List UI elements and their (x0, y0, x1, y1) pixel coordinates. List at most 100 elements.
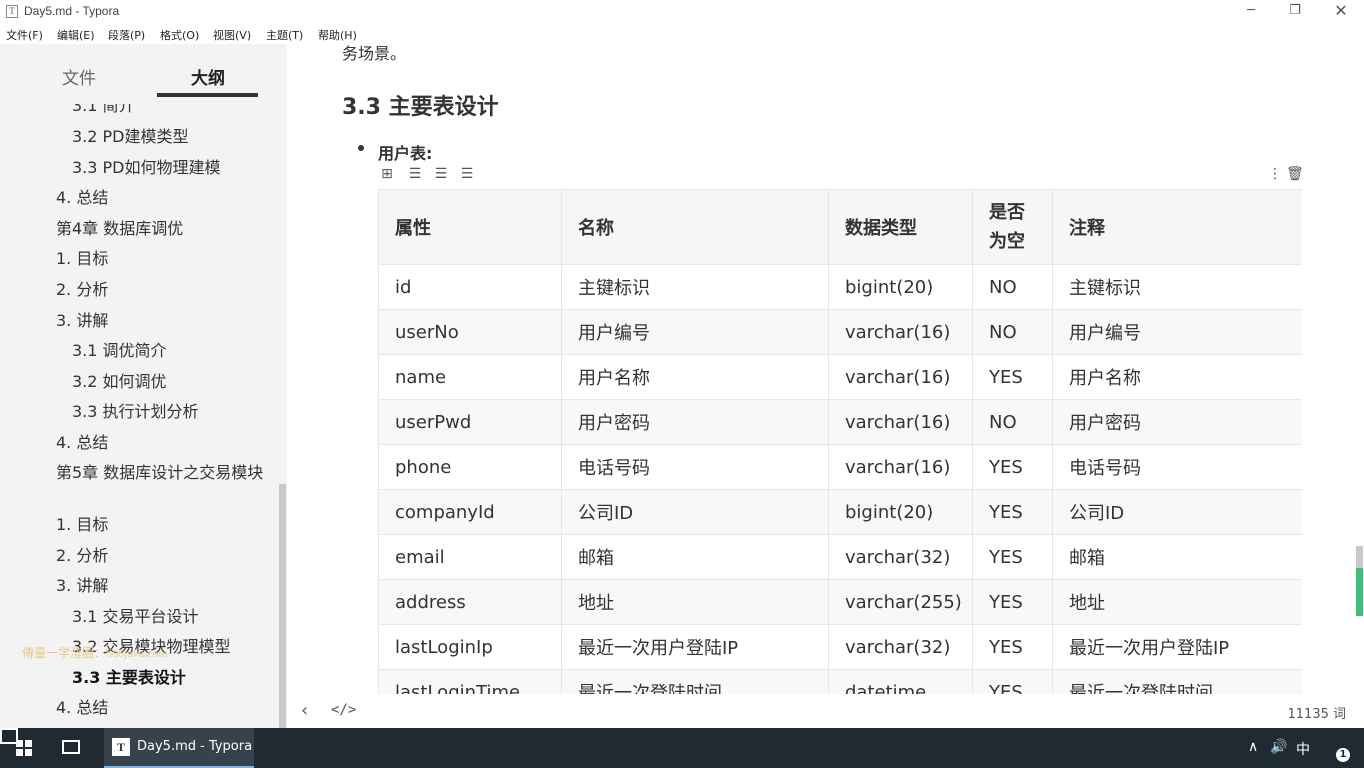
table-cell[interactable]: YES (972, 489, 1053, 535)
table-cell[interactable]: 用户密码 (1052, 399, 1302, 445)
maximize-button[interactable]: ❐ (1272, 2, 1318, 22)
header-cell[interactable]: 数据类型 (828, 189, 973, 265)
table-cell[interactable]: 地址 (1052, 579, 1302, 625)
align-center-icon[interactable]: ☰ (433, 166, 449, 182)
editor-scrollbar[interactable] (1356, 546, 1363, 616)
table-cell[interactable]: YES (972, 669, 1053, 694)
table-cell[interactable]: varchar(16) (828, 444, 973, 490)
tab-outline[interactable]: 大纲 (191, 64, 225, 89)
outline-item[interactable]: 3. 讲解 (56, 576, 108, 596)
outline-item[interactable]: 1. 目标 (56, 515, 108, 535)
table-cell[interactable]: YES (972, 579, 1053, 625)
windows-start-icon[interactable] (16, 740, 32, 756)
outline-item-active[interactable]: 3.3 主要表设计 (72, 668, 186, 688)
table-cell[interactable]: 公司ID (561, 489, 829, 535)
table-delete-icon[interactable]: 🗑 (1286, 166, 1304, 182)
outline-item[interactable]: 3.1 交易平台设计 (72, 607, 199, 627)
toggle-sidebar-icon[interactable]: ‹ (301, 700, 308, 721)
menu-edit[interactable]: 编辑(E) (57, 27, 95, 43)
table-cell[interactable]: YES (972, 534, 1053, 580)
table-cell[interactable]: bigint(20) (828, 264, 973, 310)
outline-item[interactable]: 1. 目标 (56, 249, 108, 269)
table-cell[interactable]: YES (972, 624, 1053, 670)
table-cell[interactable]: 用户名称 (1052, 354, 1302, 400)
menu-help[interactable]: 帮助(H) (318, 27, 357, 43)
table-cell[interactable]: phone (378, 444, 562, 490)
volume-icon[interactable]: 🔊 (1270, 739, 1287, 755)
table-cell[interactable]: varchar(16) (828, 399, 973, 445)
outline-item[interactable]: 第5章 数据库设计之交易模块 (56, 463, 266, 483)
header-cell[interactable]: 名称 (561, 189, 829, 265)
table-cell[interactable]: NO (972, 264, 1053, 310)
menu-file[interactable]: 文件(F) (6, 27, 43, 43)
table-cell[interactable]: 用户编号 (1052, 309, 1302, 355)
table-cell[interactable]: 邮箱 (561, 534, 829, 580)
align-right-icon[interactable]: ☰ (459, 166, 475, 182)
table-cell[interactable]: YES (972, 444, 1053, 490)
table-cell[interactable]: varchar(16) (828, 309, 973, 355)
header-cell[interactable]: 是否为空 (972, 189, 1053, 265)
table-cell[interactable]: varchar(16) (828, 354, 973, 400)
table-cell[interactable]: userPwd (378, 399, 562, 445)
header-cell[interactable]: 属性 (378, 189, 562, 265)
table-cell[interactable]: 最近一次登陆时间 (1052, 669, 1302, 694)
table-cell[interactable]: datetime (828, 669, 973, 694)
table-cell[interactable]: varchar(32) (828, 624, 973, 670)
minimize-button[interactable]: ─ (1228, 2, 1274, 22)
table-cell[interactable]: 公司ID (1052, 489, 1302, 535)
table-cell[interactable]: varchar(255) (828, 579, 973, 625)
table-cell[interactable]: lastLoginTime (378, 669, 562, 694)
table-cell[interactable]: userNo (378, 309, 562, 355)
table-cell[interactable]: name (378, 354, 562, 400)
align-left-icon[interactable]: ☰ (407, 166, 423, 182)
table-cell[interactable]: lastLoginIp (378, 624, 562, 670)
table-cell[interactable]: 用户编号 (561, 309, 829, 355)
menu-theme[interactable]: 主题(T) (266, 27, 303, 43)
outline-item[interactable]: 3.1 调优简介 (72, 341, 167, 361)
task-view-icon[interactable] (62, 740, 80, 754)
table-cell[interactable]: 主键标识 (561, 264, 829, 310)
table-cell[interactable]: companyId (378, 489, 562, 535)
ime-indicator[interactable]: 中 (1296, 739, 1310, 759)
table-cell[interactable]: 最近一次用户登陆IP (1052, 624, 1302, 670)
table-resize-icon[interactable]: ⊞ (379, 166, 395, 182)
table-cell[interactable]: YES (972, 354, 1053, 400)
outline-item[interactable]: 4. 总结 (56, 188, 108, 208)
table-cell[interactable]: 地址 (561, 579, 829, 625)
table-cell[interactable]: 主键标识 (1052, 264, 1302, 310)
table-cell[interactable]: varchar(32) (828, 534, 973, 580)
table-cell[interactable]: 电话号码 (1052, 444, 1302, 490)
table-cell[interactable]: 邮箱 (1052, 534, 1302, 580)
sidebar-scrollbar[interactable] (279, 484, 286, 728)
outline-item[interactable]: 3.3 执行计划分析 (72, 402, 199, 422)
close-button[interactable]: ✕ (1318, 2, 1364, 22)
header-cell[interactable]: 注释 (1052, 189, 1302, 265)
source-mode-icon[interactable]: </> (331, 702, 356, 718)
taskbar-app-typora[interactable]: T Day5.md - Typora (104, 728, 254, 768)
table-cell[interactable]: 最近一次用户登陆IP (561, 624, 829, 670)
menu-paragraph[interactable]: 段落(P) (108, 27, 145, 43)
menu-format[interactable]: 格式(O) (160, 27, 199, 43)
outline-item[interactable]: 3.1 简介 (72, 104, 135, 116)
table-cell[interactable]: NO (972, 399, 1053, 445)
tray-expand-icon[interactable]: ∧ (1248, 739, 1258, 755)
table-cell[interactable]: 用户名称 (561, 354, 829, 400)
outline-item[interactable]: 3.2 PD建模类型 (72, 127, 189, 147)
table-more-icon[interactable]: ⋮ (1268, 166, 1282, 182)
tab-file[interactable]: 文件 (62, 64, 96, 89)
table-cell[interactable]: 最近一次登陆时间 (561, 669, 829, 694)
menu-view[interactable]: 视图(V) (213, 27, 251, 43)
outline-item[interactable]: 2. 分析 (56, 546, 108, 566)
outline-item[interactable]: 第4章 数据库调优 (56, 219, 183, 239)
outline-item[interactable]: 3. 讲解 (56, 311, 108, 331)
table-cell[interactable]: 电话号码 (561, 444, 829, 490)
outline-item[interactable]: 3.3 PD如何物理建模 (72, 158, 221, 178)
table-cell[interactable]: email (378, 534, 562, 580)
table-cell[interactable]: id (378, 264, 562, 310)
table-cell[interactable]: bigint(20) (828, 489, 973, 535)
outline-item[interactable]: 2. 分析 (56, 280, 108, 300)
outline-item[interactable]: 4. 总结 (56, 698, 108, 718)
outline-item[interactable]: 4. 总结 (56, 433, 108, 453)
table-cell[interactable]: 用户密码 (561, 399, 829, 445)
word-count[interactable]: 11135 词 (1288, 703, 1347, 722)
